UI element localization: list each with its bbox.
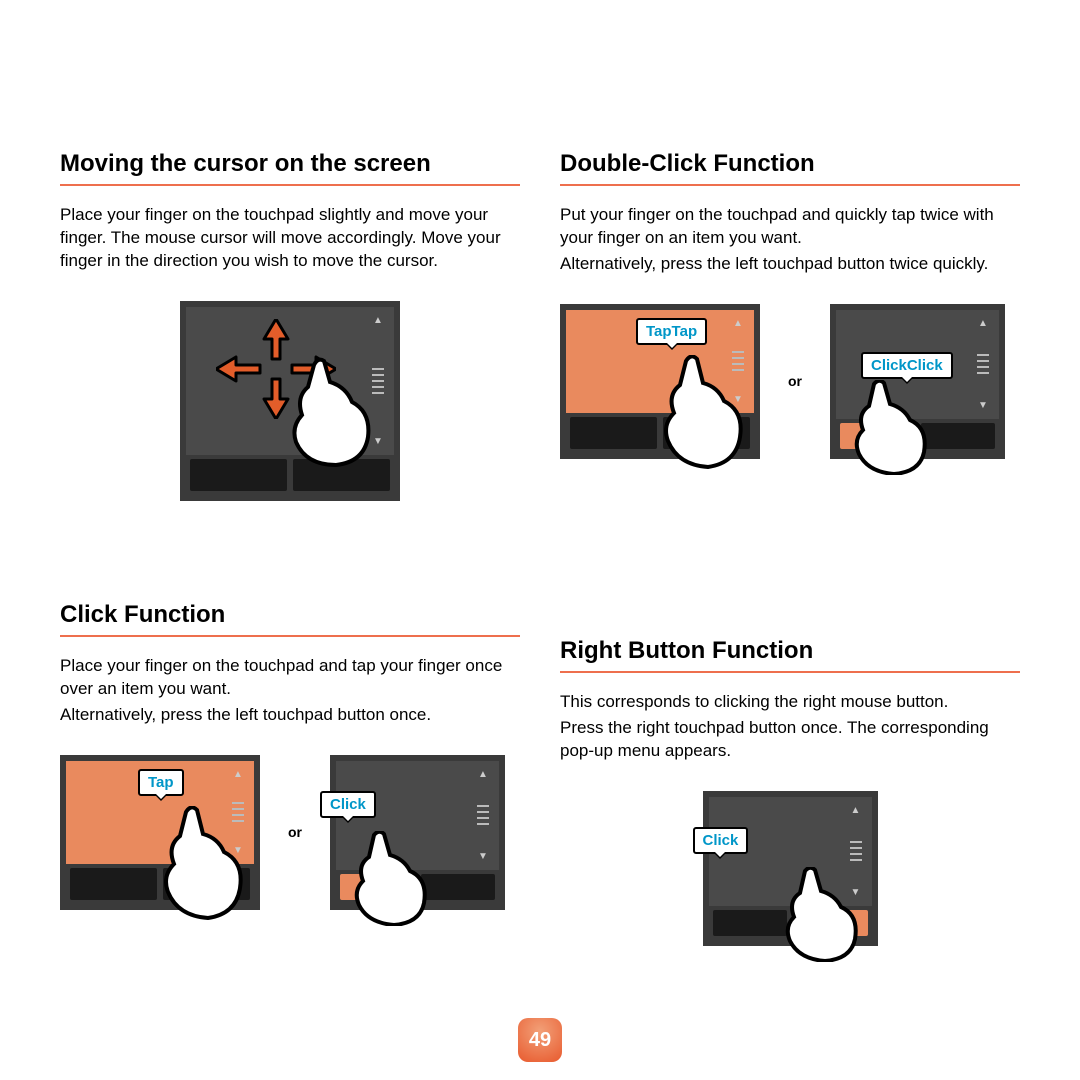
- body-moving: Place your finger on the touchpad slight…: [60, 204, 520, 273]
- touchpad-taptap-graphic: ▲▼ TapTap: [560, 304, 760, 459]
- touchpad-surface-highlighted: ▲▼ TapTap: [566, 310, 754, 413]
- heading-right-button: Right Button Function: [560, 637, 1020, 673]
- scroll-strip-icon: ▲▼: [846, 805, 866, 898]
- body-right-button-1: This corresponds to clicking the right m…: [560, 691, 1020, 714]
- heading-click: Click Function: [60, 601, 520, 637]
- left-column: Moving the cursor on the screen Place yo…: [60, 150, 520, 1006]
- touchpad-surface: ▲▼ Click: [709, 797, 872, 906]
- or-label: or: [288, 824, 302, 840]
- illustration-click: ▲▼ Tap or: [60, 755, 520, 910]
- right-button-highlighted: [793, 910, 868, 936]
- touchpad-surface-highlighted: ▲▼ Tap: [66, 761, 254, 864]
- right-column: Double-Click Function Put your finger on…: [560, 150, 1020, 1006]
- section-right-button: Right Button Function This corresponds t…: [560, 637, 1020, 946]
- click-label: Click: [693, 827, 749, 854]
- right-button: [293, 459, 390, 491]
- touchpad-graphic: ▲ ▼: [180, 301, 400, 501]
- body-double-click-2: Alternatively, press the left touchpad b…: [560, 253, 1020, 276]
- left-button: [713, 910, 788, 936]
- right-button: [163, 868, 250, 900]
- left-button: [190, 459, 287, 491]
- scroll-strip-icon: ▲▼: [228, 769, 248, 856]
- section-click: Click Function Place your finger on the …: [60, 601, 520, 910]
- illustration-right-button: ▲▼ Click: [560, 791, 1020, 946]
- scroll-strip-icon: ▲ ▼: [368, 315, 388, 447]
- or-label: or: [788, 373, 802, 389]
- touchpad-buttons: [66, 864, 254, 904]
- direction-arrows-icon: [216, 319, 336, 419]
- touchpad-buttons: [709, 906, 872, 940]
- touchpad-clickclick-graphic: ▲▼ ClickClick: [830, 304, 1005, 459]
- left-button: [70, 868, 157, 900]
- touchpad-tap-graphic: ▲▼ Tap: [60, 755, 260, 910]
- touchpad-buttons: [336, 870, 499, 904]
- clickclick-label: ClickClick: [861, 352, 953, 379]
- scroll-strip-icon: ▲▼: [728, 318, 748, 405]
- body-double-click-1: Put your finger on the touchpad and quic…: [560, 204, 1020, 250]
- touchpad-surface: ▲▼ ClickClick: [836, 310, 999, 419]
- touchpad-surface: ▲ ▼: [186, 307, 394, 455]
- touchpad-buttons: [566, 413, 754, 453]
- heading-double-click: Double-Click Function: [560, 150, 1020, 186]
- touchpad-buttons: [186, 455, 394, 495]
- section-moving-cursor: Moving the cursor on the screen Place yo…: [60, 150, 520, 501]
- body-click-2: Alternatively, press the left touchpad b…: [60, 704, 520, 727]
- heading-moving: Moving the cursor on the screen: [60, 150, 520, 186]
- left-button-highlighted: [840, 423, 915, 449]
- section-double-click: Double-Click Function Put your finger on…: [560, 150, 1020, 459]
- touchpad-surface: ▲▼ Click: [336, 761, 499, 870]
- body-right-button-2: Press the right touchpad button once. Th…: [560, 717, 1020, 763]
- page-columns: Moving the cursor on the screen Place yo…: [60, 150, 1020, 1006]
- scroll-strip-icon: ▲▼: [973, 318, 993, 411]
- taptap-label: TapTap: [636, 318, 707, 345]
- left-button: [570, 417, 657, 449]
- tap-label: Tap: [138, 769, 184, 796]
- right-button: [421, 874, 496, 900]
- illustration-double-click: ▲▼ TapTap or: [560, 304, 1020, 459]
- click-label: Click: [320, 791, 376, 818]
- page-number-badge: 49: [518, 1018, 562, 1062]
- touchpad-click-graphic: ▲▼ Click: [330, 755, 505, 910]
- touchpad-rightclick-graphic: ▲▼ Click: [703, 791, 878, 946]
- touchpad-buttons: [836, 419, 999, 453]
- right-button: [663, 417, 750, 449]
- body-click-1: Place your finger on the touchpad and ta…: [60, 655, 520, 701]
- left-button-highlighted: [340, 874, 415, 900]
- right-button: [921, 423, 996, 449]
- illustration-moving: ▲ ▼: [60, 301, 520, 501]
- scroll-strip-icon: ▲▼: [473, 769, 493, 862]
